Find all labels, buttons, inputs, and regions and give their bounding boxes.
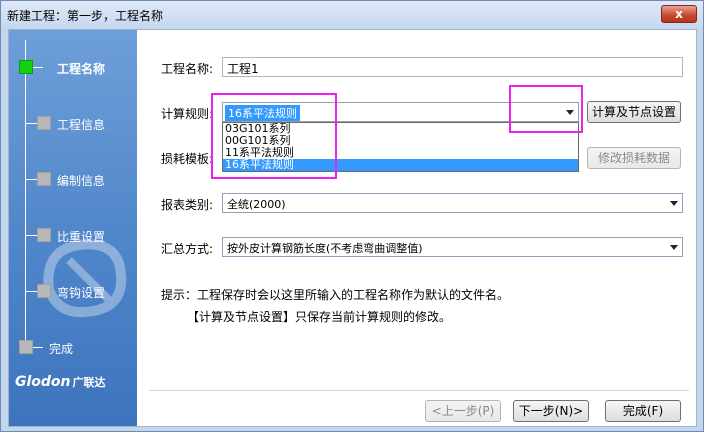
loss-template-label: 损耗模板: bbox=[161, 152, 214, 166]
chevron-down-icon[interactable] bbox=[670, 201, 678, 206]
step-pending-indicator-icon bbox=[19, 340, 33, 354]
step-weight-settings[interactable]: 比重设置 bbox=[9, 226, 137, 246]
step-connector bbox=[33, 67, 43, 68]
calc-rule-label: 计算规则: bbox=[161, 107, 214, 121]
summary-method-label: 汇总方式: bbox=[161, 242, 214, 256]
window-title: 新建工程：第一步，工程名称 bbox=[7, 9, 164, 23]
step-connector bbox=[33, 347, 43, 348]
report-type-label: 报表类别: bbox=[161, 198, 214, 212]
prev-step-button[interactable]: <上一步(P) bbox=[425, 400, 501, 422]
step-project-info[interactable]: 工程信息 bbox=[9, 114, 137, 134]
dialog-body: 工程名称 工程信息 编制信息 比重设置 弯钩设置 完成 Glodon 广联达 工… bbox=[8, 29, 697, 427]
next-step-button[interactable]: 下一步(N)> bbox=[513, 400, 589, 422]
step-label: 工程信息 bbox=[57, 118, 106, 132]
wizard-sidebar: 工程名称 工程信息 编制信息 比重设置 弯钩设置 完成 Glodon 广联达 bbox=[9, 30, 137, 426]
brand-cn-text: 广联达 bbox=[72, 376, 106, 389]
step-connector bbox=[26, 123, 37, 124]
step-connector bbox=[26, 291, 37, 292]
step-connector bbox=[26, 179, 37, 180]
step-pending-indicator-icon bbox=[37, 172, 51, 186]
summary-method-select[interactable]: 按外皮计算钢筋长度(不考虑弯曲调整值) bbox=[222, 237, 683, 257]
step-pending-indicator-icon bbox=[37, 284, 51, 298]
highlight-box-arrow bbox=[509, 85, 583, 133]
hint-text-2: 【计算及节点设置】只保存当前计算规则的修改。 bbox=[187, 310, 452, 324]
project-name-label: 工程名称: bbox=[161, 62, 214, 76]
close-button[interactable]: x bbox=[661, 5, 697, 23]
step-label: 完成 bbox=[49, 342, 74, 356]
brand-text: Glodon bbox=[15, 374, 71, 390]
step-connector bbox=[26, 235, 37, 236]
hint-text-1: 提示：工程保存时会以这里所输入的工程名称作为默认的文件名。 bbox=[161, 288, 510, 302]
project-name-input[interactable]: 工程1 bbox=[222, 57, 683, 77]
step-compile-info[interactable]: 编制信息 bbox=[9, 170, 137, 190]
step-label: 弯钩设置 bbox=[57, 286, 106, 300]
step-pending-indicator-icon bbox=[37, 228, 51, 242]
step-finish[interactable]: 完成 bbox=[9, 338, 137, 358]
step-label: 编制信息 bbox=[57, 174, 106, 188]
report-type-select[interactable]: 全统(2000) bbox=[222, 193, 683, 213]
calc-settings-button[interactable]: 计算及节点设置 bbox=[587, 101, 681, 123]
report-type-value: 全统(2000) bbox=[227, 198, 286, 211]
brand-logo: Glodon 广联达 bbox=[15, 374, 106, 390]
summary-method-value: 按外皮计算钢筋长度(不考虑弯曲调整值) bbox=[227, 242, 423, 255]
step-pending-indicator-icon bbox=[37, 116, 51, 130]
step-current-indicator-icon bbox=[19, 60, 33, 74]
step-label: 工程名称 bbox=[57, 62, 106, 76]
new-project-dialog: 新建工程：第一步，工程名称 x 工程名称 工程信息 编制信息 比重设置 弯钩设置… bbox=[0, 0, 704, 432]
modify-loss-button[interactable]: 修改损耗数据 bbox=[587, 147, 681, 169]
footer-divider bbox=[149, 390, 689, 391]
highlight-box-dropdown bbox=[211, 93, 337, 179]
chevron-down-icon[interactable] bbox=[670, 245, 678, 250]
finish-button[interactable]: 完成(F) bbox=[605, 400, 681, 422]
step-project-name[interactable]: 工程名称 bbox=[9, 58, 137, 78]
step-hook-settings[interactable]: 弯钩设置 bbox=[9, 282, 137, 302]
title-bar: 新建工程：第一步，工程名称 x bbox=[1, 1, 703, 28]
step-label: 比重设置 bbox=[57, 230, 106, 244]
